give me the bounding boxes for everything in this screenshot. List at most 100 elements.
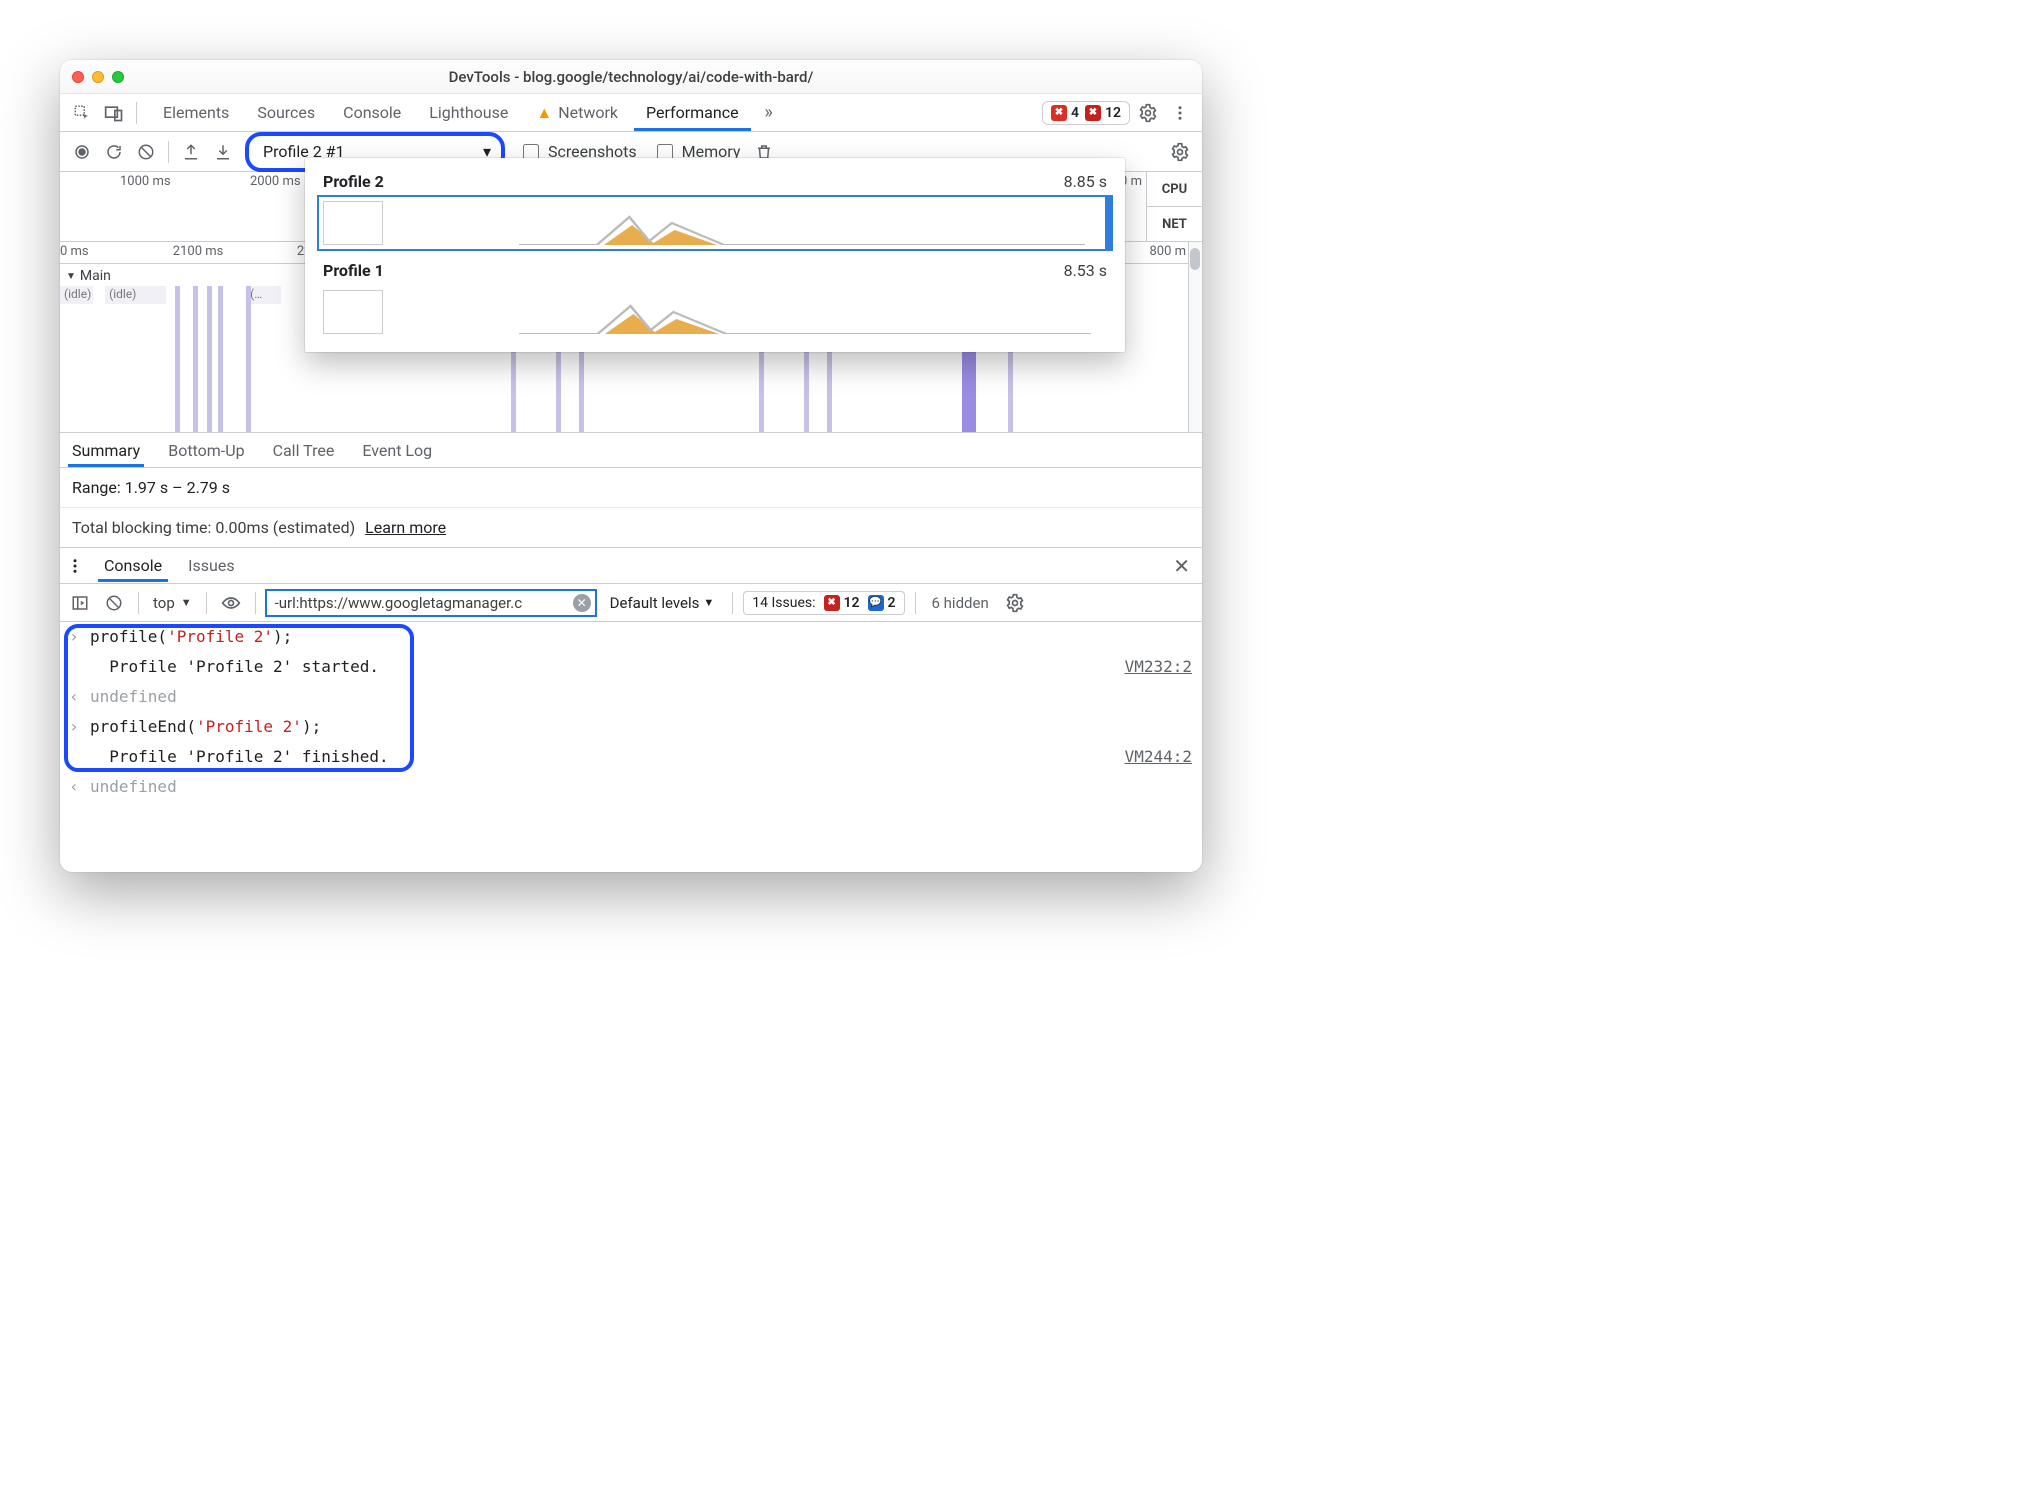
device-toolbar-icon[interactable] — [100, 99, 128, 127]
tab-sources[interactable]: Sources — [245, 95, 327, 131]
error-count-b: 12 — [1105, 105, 1121, 121]
profile-thumbnail — [319, 286, 1111, 338]
console-text: Profile 'Profile 2' started. — [90, 653, 1117, 681]
warning-triangle-icon: ▲ — [536, 103, 552, 123]
drawer-kebab-icon[interactable] — [66, 557, 84, 575]
flame-tick: 2100 ms — [173, 244, 224, 259]
issues-summary[interactable]: 14 Issues: ✖12 💬2 — [743, 591, 904, 615]
drawer-close-icon[interactable]: ✕ — [1167, 554, 1196, 578]
error-count-a: 4 — [1071, 105, 1079, 121]
devtools-window: DevTools - blog.google/technology/ai/cod… — [60, 60, 1202, 872]
filter-text: -url:https://www.googletagmanager.c — [275, 594, 567, 612]
tab-performance[interactable]: Performance — [634, 95, 751, 131]
inspect-element-icon[interactable] — [68, 99, 96, 127]
clear-filter-icon[interactable]: ✕ — [573, 594, 591, 612]
console-line[interactable]: › profileEnd('Profile 2'); — [60, 712, 1202, 742]
overview-tick: 2000 ms — [250, 174, 301, 189]
error-counts[interactable]: ✖4 ✖12 — [1042, 101, 1130, 125]
profile-option[interactable]: Profile 2 8.85 s — [311, 164, 1119, 253]
idle-block[interactable]: (… — [246, 286, 282, 304]
console-clear-icon[interactable] — [100, 589, 128, 617]
overview-tick: 1000 ms — [120, 174, 171, 189]
chevron-down-icon: ▼ — [181, 596, 192, 609]
overview-tracks: CPU NET — [1146, 172, 1202, 241]
record-button-icon[interactable] — [68, 138, 96, 166]
tab-console[interactable]: Console — [331, 95, 413, 131]
profile-duration: 8.85 s — [1064, 172, 1107, 191]
input-marker-icon: › — [66, 623, 82, 651]
vertical-scrollbar[interactable] — [1188, 242, 1202, 432]
clear-icon[interactable] — [132, 138, 160, 166]
tab-label: Elements — [163, 103, 229, 122]
scroll-thumb[interactable] — [1190, 248, 1200, 270]
console-output[interactable]: › profile('Profile 2'); Profile 'Profile … — [60, 622, 1202, 872]
blocking-text: Total blocking time: 0.00ms (estimated) — [72, 518, 355, 537]
main-thread-label[interactable]: Main — [66, 268, 111, 284]
blocking-time: Total blocking time: 0.00ms (estimated) … — [60, 508, 1202, 548]
profile-dropdown[interactable]: Profile 2 8.85 s Profile 1 8.53 s — [305, 158, 1125, 352]
console-settings-gear-icon[interactable] — [1001, 589, 1029, 617]
tab-label: Network — [558, 103, 618, 122]
console-filter-input[interactable]: -url:https://www.googletagmanager.c ✕ — [266, 590, 596, 616]
profile-name: Profile 2 — [323, 172, 384, 191]
console-line[interactable]: Profile 'Profile 2' started. VM232:2 — [60, 652, 1202, 682]
hidden-count[interactable]: 6 hidden — [926, 594, 995, 612]
idle-block[interactable]: (idle) — [60, 286, 94, 304]
console-line[interactable]: ‹ undefined — [60, 772, 1202, 802]
console-line[interactable]: Profile 'Profile 2' finished.VM244:2 — [60, 742, 1202, 772]
reload-record-icon[interactable] — [100, 138, 128, 166]
download-profile-icon[interactable] — [209, 138, 237, 166]
tab-label: Sources — [257, 103, 315, 122]
minimize-window-button[interactable] — [92, 71, 104, 83]
idle-block[interactable]: (idle) — [105, 286, 167, 304]
console-context-select[interactable]: top ▼ — [149, 594, 196, 612]
detail-tabs: Summary Bottom-Up Call Tree Event Log — [60, 432, 1202, 468]
tab-elements[interactable]: Elements — [151, 95, 241, 131]
capture-settings-gear-icon[interactable] — [1166, 138, 1194, 166]
settings-gear-icon[interactable] — [1134, 99, 1162, 127]
profile-option[interactable]: Profile 1 8.53 s — [311, 253, 1119, 342]
drawer-tab-issues[interactable]: Issues — [182, 549, 240, 582]
console-text: profileEnd('Profile 2'); — [90, 713, 1184, 741]
detail-tab-bottom-up[interactable]: Bottom-Up — [164, 434, 248, 467]
issues-error-count: 12 — [844, 595, 860, 611]
upload-profile-icon[interactable] — [177, 138, 205, 166]
profile-thumbnail — [319, 197, 1111, 249]
flame-tick: 800 m — [1149, 244, 1186, 259]
tab-network[interactable]: ▲ Network — [524, 95, 630, 131]
output-marker-icon: ‹ — [66, 773, 82, 801]
source-link[interactable]: VM232:2 — [1125, 653, 1192, 681]
overview-track-net: NET — [1147, 207, 1202, 241]
console-text: undefined — [90, 683, 1184, 711]
console-text: undefined — [90, 773, 1184, 801]
tab-lighthouse[interactable]: Lighthouse — [417, 95, 520, 131]
output-marker-icon: ‹ — [66, 683, 82, 711]
console-line[interactable]: › profile('Profile 2'); — [60, 622, 1202, 652]
overview-track-cpu: CPU — [1147, 172, 1202, 207]
detail-tab-summary[interactable]: Summary — [68, 434, 144, 467]
more-tabs-chevron-icon[interactable]: » — [755, 99, 783, 127]
input-marker-icon: › — [66, 713, 82, 741]
tab-label: Performance — [646, 103, 739, 122]
drawer-tab-console[interactable]: Console — [98, 549, 168, 582]
titlebar: DevTools - blog.google/technology/ai/cod… — [60, 60, 1202, 94]
live-expression-eye-icon[interactable] — [217, 589, 245, 617]
window-title: DevTools - blog.google/technology/ai/cod… — [132, 68, 1130, 86]
console-text: profile('Profile 2'); — [90, 623, 1184, 651]
close-window-button[interactable] — [72, 71, 84, 83]
issues-label: 14 Issues: — [752, 595, 815, 611]
detail-tab-event-log[interactable]: Event Log — [358, 434, 436, 467]
tab-label: Lighthouse — [429, 103, 508, 122]
zoom-window-button[interactable] — [112, 71, 124, 83]
detail-tab-call-tree[interactable]: Call Tree — [269, 434, 339, 467]
profile-duration: 8.53 s — [1064, 261, 1107, 280]
source-link[interactable]: VM244:2 — [1125, 743, 1192, 771]
profile-name: Profile 1 — [323, 261, 384, 280]
console-sidebar-toggle-icon[interactable] — [66, 589, 94, 617]
kebab-menu-icon[interactable] — [1166, 99, 1194, 127]
learn-more-link[interactable]: Learn more — [365, 518, 446, 537]
drawer-tabs: Console Issues ✕ — [60, 548, 1202, 584]
issues-msg-count: 2 — [888, 595, 896, 611]
console-line[interactable]: ‹ undefined — [60, 682, 1202, 712]
log-levels-select[interactable]: Default levels ▼ — [602, 594, 723, 612]
